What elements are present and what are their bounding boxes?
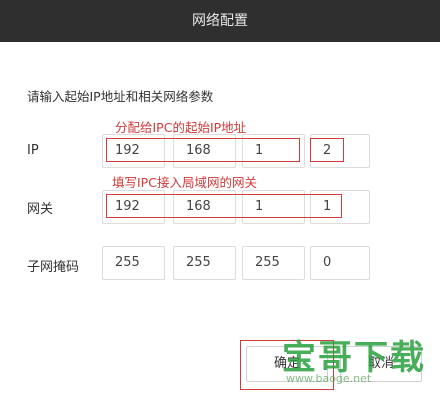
- dialog-title: 网络配置: [192, 13, 248, 29]
- gateway-annotation: 填写IPC接入局域网的网关: [112, 175, 257, 190]
- subnet-octet-4[interactable]: 0: [310, 246, 370, 280]
- gateway-highlight-box: [106, 194, 342, 218]
- instruction-text: 请输入起始IP地址和相关网络参数: [27, 89, 214, 104]
- gateway-label: 网关: [27, 202, 54, 217]
- ip-highlight-box: [106, 138, 300, 162]
- subnet-octet-1[interactable]: 255: [102, 246, 165, 280]
- subnet-octet-2[interactable]: 255: [173, 246, 236, 280]
- watermark-url: www.baoge.net: [286, 372, 372, 385]
- ip-last-octet-highlight: [310, 138, 344, 162]
- subnet-mask-label: 子网掩码: [27, 260, 80, 275]
- subnet-octet-3[interactable]: 255: [242, 246, 305, 280]
- ip-label: IP: [27, 143, 39, 158]
